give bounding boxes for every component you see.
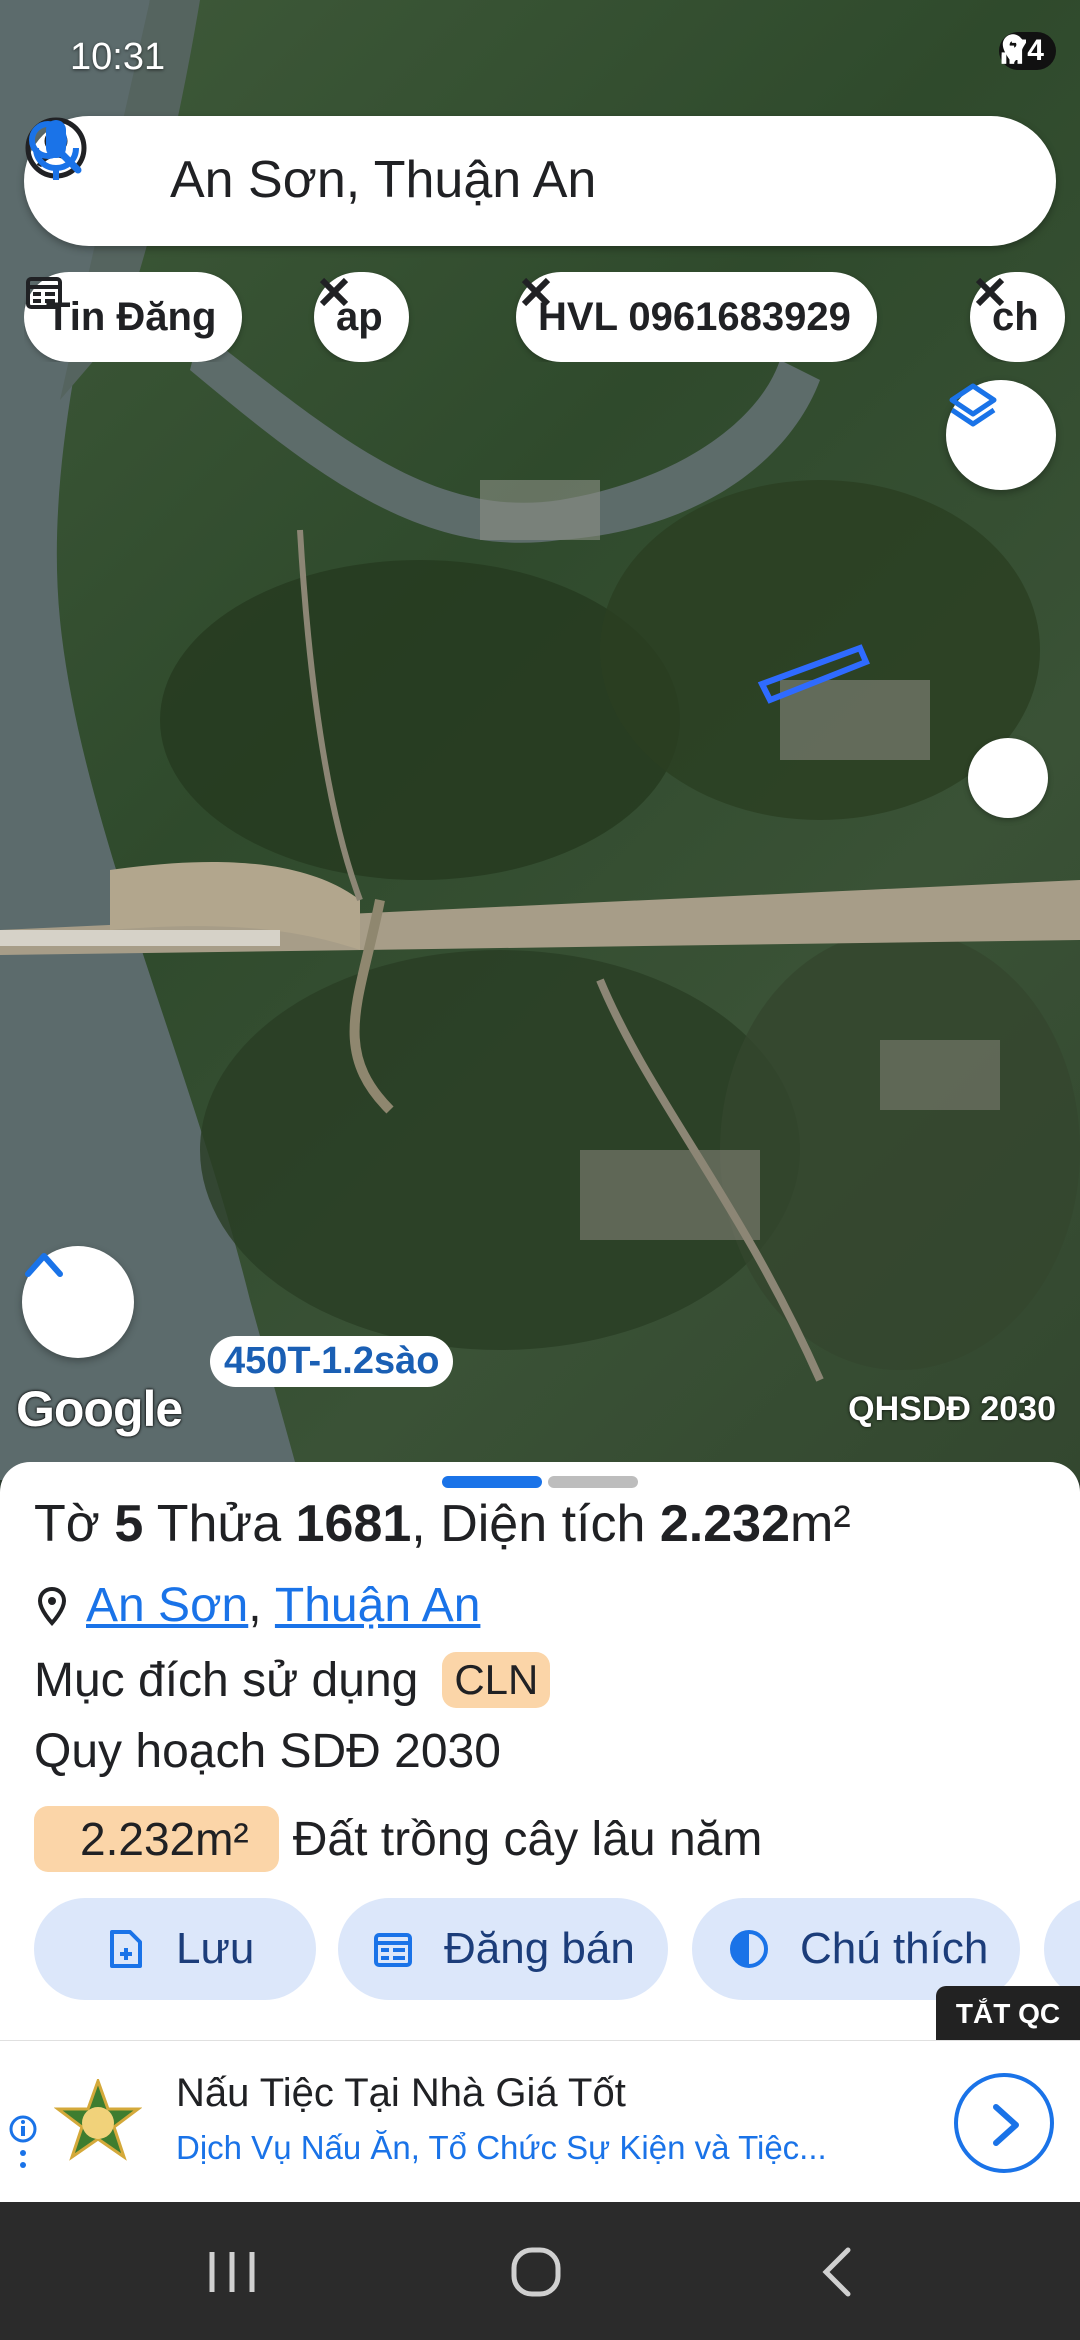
back-icon[interactable] bbox=[808, 2242, 868, 2302]
chevron-up-icon bbox=[25, 1253, 63, 1277]
status-bar: 10:31 74 bbox=[0, 0, 1080, 110]
area-unit: m² bbox=[790, 1495, 851, 1553]
chip-hvl[interactable]: HVL 0961683929 bbox=[516, 272, 877, 362]
ad-subtitle[interactable]: Dịch Vụ Nấu Ăn, Tổ Chức Sự Kiện và Tiệc.… bbox=[176, 2129, 827, 2167]
advertiser-logo bbox=[54, 2079, 142, 2161]
tools-icon bbox=[521, 277, 551, 307]
calendar-icon bbox=[374, 1933, 412, 1967]
chip-tin-dang[interactable]: Tin Đăng bbox=[24, 272, 243, 362]
system-nav-bar bbox=[0, 2202, 1080, 2340]
chip-ap[interactable]: ap bbox=[314, 272, 409, 362]
signal-5g-icon bbox=[1001, 38, 1022, 64]
purpose-label: Mục đích sử dụng bbox=[34, 1653, 419, 1707]
area-prefix: , Diện tích bbox=[411, 1495, 660, 1553]
plot-number: 1681 bbox=[295, 1495, 412, 1553]
tools-icon bbox=[319, 277, 349, 307]
district-link[interactable]: Thuận An bbox=[275, 1578, 481, 1633]
overlay-caption: QHSDĐ 2030 bbox=[848, 1390, 1056, 1428]
chip-ch[interactable]: ch bbox=[970, 272, 1065, 362]
plan-area-line: 2.232m² Đất trồng cây lâu năm bbox=[34, 1806, 762, 1872]
layers-icon bbox=[949, 383, 997, 427]
add-file-icon bbox=[110, 1930, 142, 1968]
plan-label: Quy hoạch SDĐ 2030 bbox=[34, 1725, 501, 1778]
hide-ads-button[interactable]: TẮT QC bbox=[936, 1986, 1080, 2042]
purpose-code-badge: CLN bbox=[442, 1652, 551, 1708]
sheet-handle-inactive[interactable] bbox=[548, 1476, 638, 1488]
location-separator: , bbox=[248, 1579, 275, 1632]
pin-icon bbox=[37, 1586, 67, 1626]
ad-banner[interactable]: Nấu Tiệc Tại Nhà Giá Tốt Dịch Vụ Nấu Ăn,… bbox=[0, 2040, 1080, 2202]
info-icon[interactable] bbox=[8, 2113, 38, 2173]
parcel-info-sheet[interactable]: Tờ 5 Thửa 1681, Diện tích 2.232m² An Sơn… bbox=[0, 1462, 1080, 2040]
search-bar[interactable]: An Sơn, Thuận An bbox=[24, 116, 1056, 246]
location-line: An Sơn, Thuận An bbox=[34, 1578, 480, 1633]
google-logo: Google bbox=[16, 1381, 183, 1437]
area-value: 2.232 bbox=[659, 1495, 790, 1553]
map-marker-dot[interactable] bbox=[968, 738, 1048, 818]
parcel-title: Tờ 5 Thửa 1681, Diện tích 2.232m² bbox=[34, 1494, 851, 1554]
plan-area-badge: 2.232m² bbox=[34, 1806, 279, 1872]
sheet-number: 5 bbox=[114, 1495, 144, 1553]
layers-button[interactable] bbox=[946, 380, 1056, 490]
status-icons: 74 bbox=[998, 32, 1056, 70]
search-query[interactable]: An Sơn, Thuận An bbox=[170, 150, 596, 210]
action-buttons: Lưu Đăng bán Chú thích bbox=[0, 1898, 1080, 2002]
satellite-map[interactable]: 10:31 74 An Sơn, Thuận An Tin Đăng ap HV… bbox=[0, 0, 1080, 1480]
save-button[interactable]: Lưu bbox=[34, 1898, 316, 2000]
home-icon[interactable] bbox=[506, 2242, 566, 2302]
calendar-icon bbox=[26, 277, 62, 309]
microphone-icon[interactable] bbox=[24, 116, 88, 184]
filter-chips: Tin Đăng ap HVL 0961683929 ch bbox=[24, 272, 1080, 362]
chevron-right-icon bbox=[993, 2104, 1019, 2146]
chip-label: Tin Đăng bbox=[46, 294, 217, 339]
half-circle-icon bbox=[730, 1930, 768, 1968]
sheet-handle-active[interactable] bbox=[442, 1476, 542, 1488]
plot-prefix: Thửa bbox=[143, 1495, 296, 1553]
land-type-text: Đất trồng cây lâu năm bbox=[292, 1812, 763, 1866]
expand-button[interactable] bbox=[22, 1246, 134, 1358]
ward-link[interactable]: An Sơn bbox=[86, 1578, 248, 1633]
ad-title[interactable]: Nấu Tiệc Tại Nhà Giá Tốt bbox=[176, 2071, 626, 2116]
tools-icon bbox=[975, 277, 1005, 307]
legend-label: Chú thích bbox=[800, 1924, 989, 1973]
purpose-line: Mục đích sử dụng CLN bbox=[34, 1652, 551, 1708]
recent-apps-icon[interactable] bbox=[202, 2242, 262, 2302]
sheet-prefix: Tờ bbox=[34, 1495, 115, 1553]
post-sale-label: Đăng bán bbox=[444, 1924, 635, 1973]
parcel-label[interactable]: 450T-1.2sào bbox=[210, 1336, 454, 1387]
more-action-button[interactable] bbox=[1044, 1898, 1080, 2000]
legend-button[interactable]: Chú thích bbox=[692, 1898, 1020, 2000]
status-time: 10:31 bbox=[70, 36, 166, 78]
save-label: Lưu bbox=[176, 1924, 255, 1973]
ad-open-button[interactable] bbox=[954, 2073, 1054, 2173]
chip-label: HVL 0961683929 bbox=[538, 294, 851, 339]
post-sale-button[interactable]: Đăng bán bbox=[338, 1898, 668, 2000]
